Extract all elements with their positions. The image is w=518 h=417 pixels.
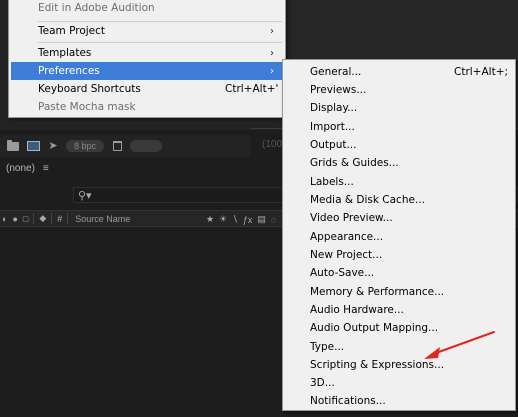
- new-folder-icon[interactable]: [6, 139, 20, 152]
- preferences-submenu: General... Ctrl+Alt+; Previews... Displa…: [282, 59, 516, 411]
- pref-item-new-project[interactable]: New Project...: [285, 246, 513, 264]
- menu-item-templates[interactable]: Templates ›: [11, 44, 283, 62]
- new-composition-icon[interactable]: [26, 140, 40, 152]
- menu-item-preferences[interactable]: Preferences ›: [11, 62, 283, 80]
- pref-item-auto-save[interactable]: Auto-Save...: [285, 264, 513, 282]
- quality-icon[interactable]: ∖: [232, 214, 238, 225]
- pref-item-display[interactable]: Display...: [285, 99, 513, 117]
- menu-item-team-project[interactable]: Team Project ›: [11, 22, 283, 40]
- project-panel-toolbar: ➤ 8 bpc: [0, 135, 250, 157]
- pref-item-notifications[interactable]: Notifications...: [285, 392, 513, 410]
- menu-item-keyboard-shortcuts[interactable]: Keyboard Shortcuts Ctrl+Alt+': [11, 80, 283, 98]
- pref-item-import[interactable]: Import...: [285, 118, 513, 136]
- motion-blur-icon[interactable]: ◌: [271, 215, 276, 225]
- source-name-header[interactable]: Source Name: [75, 214, 130, 224]
- solo-icon[interactable]: ●: [12, 214, 17, 224]
- frame-blend-icon[interactable]: ▤: [257, 214, 266, 225]
- viewer-zoom-label: (100: [262, 139, 283, 150]
- menu-item-paste-mocha-mask[interactable]: Paste Mocha mask: [11, 98, 283, 116]
- collapse-icon[interactable]: ☀: [219, 214, 227, 225]
- pref-item-memory-performance[interactable]: Memory & Performance...: [285, 283, 513, 301]
- render-rocket-icon[interactable]: ➤: [46, 140, 60, 152]
- chevron-right-icon: ›: [270, 65, 274, 77]
- pref-item-3d[interactable]: 3D...: [285, 374, 513, 392]
- pref-item-grids-guides[interactable]: Grids & Guides...: [285, 154, 513, 172]
- chevron-right-icon: ›: [270, 25, 274, 37]
- context-menu: Edit in Adobe Audition Team Project › Te…: [8, 0, 286, 118]
- menu-item-edit-in-audition[interactable]: Edit in Adobe Audition: [11, 0, 283, 17]
- fx-icon[interactable]: ƒx: [243, 215, 253, 225]
- panel-menu-icon[interactable]: ≡: [43, 163, 49, 174]
- composition-label: (none): [6, 163, 35, 174]
- lock-icon[interactable]: □: [23, 214, 28, 224]
- pref-item-labels[interactable]: Labels...: [285, 173, 513, 191]
- trash-icon[interactable]: [110, 140, 124, 152]
- pref-item-type[interactable]: Type...: [285, 338, 513, 356]
- pref-item-media-disk-cache[interactable]: Media & Disk Cache...: [285, 191, 513, 209]
- bit-depth-button[interactable]: 8 bpc: [66, 140, 105, 152]
- toolbar-pill[interactable]: [130, 140, 163, 152]
- menu-separator: [37, 42, 282, 43]
- pref-item-appearance[interactable]: Appearance...: [285, 228, 513, 246]
- pref-item-audio-hardware[interactable]: Audio Hardware...: [285, 301, 513, 319]
- number-header: #: [57, 213, 63, 224]
- pref-item-general[interactable]: General... Ctrl+Alt+;: [285, 63, 513, 81]
- pref-item-scripting-expressions[interactable]: Scripting & Expressions...: [285, 356, 513, 374]
- label-tag-icon[interactable]: ◆: [39, 213, 46, 224]
- switches-header: ★ ☀ ∖ ƒx ▤ ◌: [206, 211, 276, 228]
- pref-item-video-preview[interactable]: Video Preview...: [285, 209, 513, 227]
- pref-item-audio-output-mapping[interactable]: Audio Output Mapping...: [285, 319, 513, 337]
- composition-row: (none) ≡: [6, 163, 49, 174]
- chevron-right-icon: ›: [270, 47, 274, 59]
- pref-item-output[interactable]: Output...: [285, 136, 513, 154]
- shy-icon[interactable]: ★: [206, 214, 214, 225]
- search-icon: ⚲▾: [78, 189, 92, 202]
- pref-item-previews[interactable]: Previews...: [285, 81, 513, 99]
- av-toggle-icon[interactable]: ◐: [2, 214, 7, 224]
